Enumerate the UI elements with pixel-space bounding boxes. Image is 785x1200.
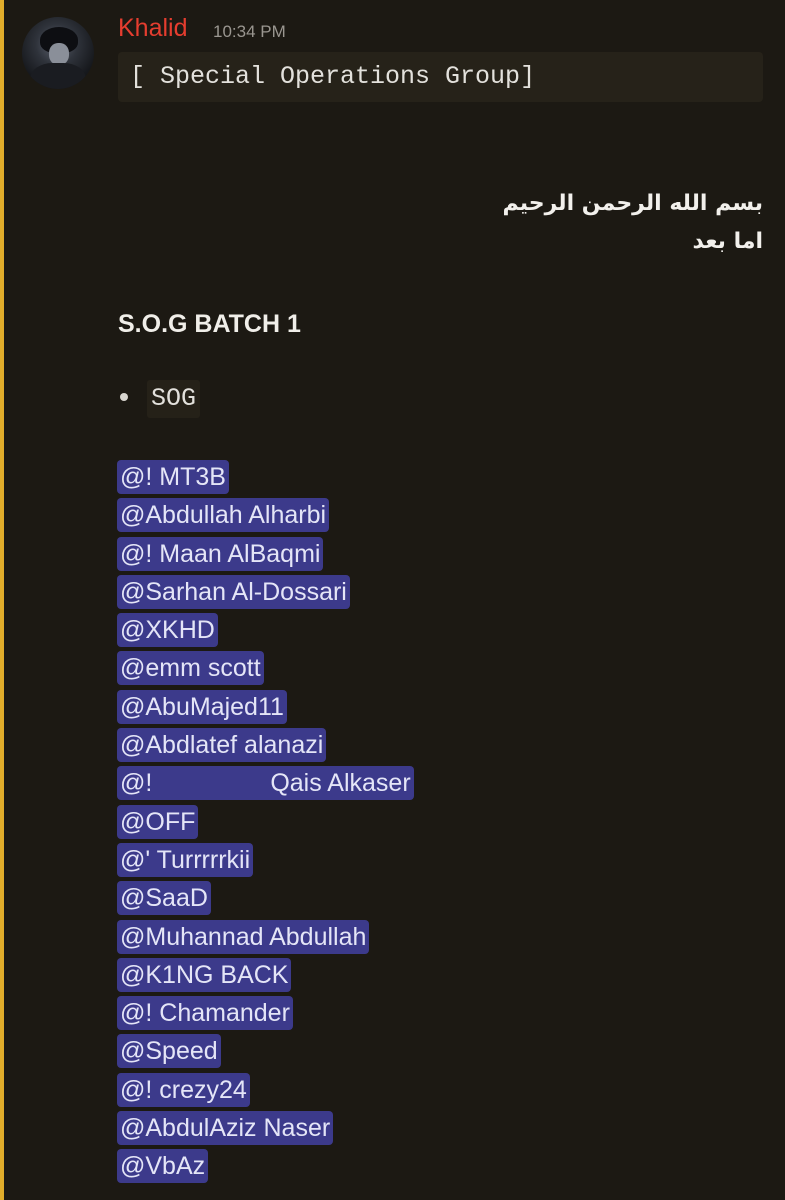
list-item: @emm scott [117,651,414,689]
mention-prefix: @! [120,769,153,798]
user-mention[interactable]: @VbAz [117,1149,209,1184]
user-mention[interactable]: @! MT3B [117,460,229,494]
user-mention-qais[interactable]: @! Qais Alkaser [117,766,414,801]
author-name[interactable]: Khalid [118,14,188,43]
mention-name: Qais Alkaser [270,769,411,798]
user-mention[interactable]: @! Maan AlBaqmi [117,536,324,571]
user-mention[interactable]: @! Chamander [117,996,293,1031]
list-item: @! MT3B [117,460,414,498]
batch-title: S.O.G BATCH 1 [118,310,301,338]
user-mention[interactable]: @XKHD [117,613,218,648]
list-item: @SaaD [117,881,414,919]
list-item: @! crezy24 [117,1072,414,1111]
list-item: @Speed [117,1034,414,1072]
list-item: @! Qais Alkaser [117,766,414,804]
list-item: @Sarhan Al-Dossari [117,574,414,613]
bullet-item-code: SOG [147,380,201,418]
user-mention[interactable]: @! crezy24 [117,1072,250,1107]
user-mention[interactable]: @Speed [117,1034,221,1069]
user-mention[interactable]: @' Turrrrrkii [117,842,254,877]
user-mention[interactable]: @Abdullah Alharbi [117,498,330,533]
list-item: @! Chamander [117,996,414,1034]
user-mention[interactable]: @Abdlatef alanazi [117,728,327,763]
message-view: Khalid 10:34 PM [ Special Operations Gro… [0,0,785,1200]
list-item: @AbuMajed11 [117,689,414,728]
list-item: @! Maan AlBaqmi [117,536,414,575]
list-item: @Abdlatef alanazi [117,728,414,766]
user-mention[interactable]: @emm scott [117,651,264,686]
list-item: @Muhannad Abdullah [117,919,414,958]
list-item: @K1NG BACK [117,957,414,996]
user-mention[interactable]: @AbdulAziz Naser [117,1111,334,1146]
user-mention[interactable]: @Sarhan Al-Dossari [117,574,350,609]
user-mention[interactable]: @AbuMajed11 [117,689,287,724]
user-mention[interactable]: @K1NG BACK [117,957,292,992]
list-item: @OFF [117,804,414,843]
arabic-line-amma-bad: اما بعد [692,229,763,254]
arabic-line-basmala: بسم الله الرحمن الرحيم [502,191,763,216]
list-item: @XKHD [117,613,414,651]
list-item: @Abdullah Alharbi [117,498,414,536]
user-mention[interactable]: @OFF [117,804,199,839]
list-item: @VbAz [117,1149,414,1187]
list-item: @AbdulAziz Naser [117,1111,414,1149]
code-block: [ Special Operations Group] [118,52,763,102]
mention-highlight-bar [0,0,4,1200]
user-mention[interactable]: @SaaD [117,881,211,916]
avatar[interactable] [22,17,94,89]
mention-list: @! MT3B @Abdullah Alharbi @! Maan AlBaqm… [117,460,414,1188]
user-mention[interactable]: @Muhannad Abdullah [117,919,370,954]
bullet-dot [120,393,128,401]
list-item: @' Turrrrrkii [117,842,414,881]
message-timestamp: 10:34 PM [213,22,286,41]
